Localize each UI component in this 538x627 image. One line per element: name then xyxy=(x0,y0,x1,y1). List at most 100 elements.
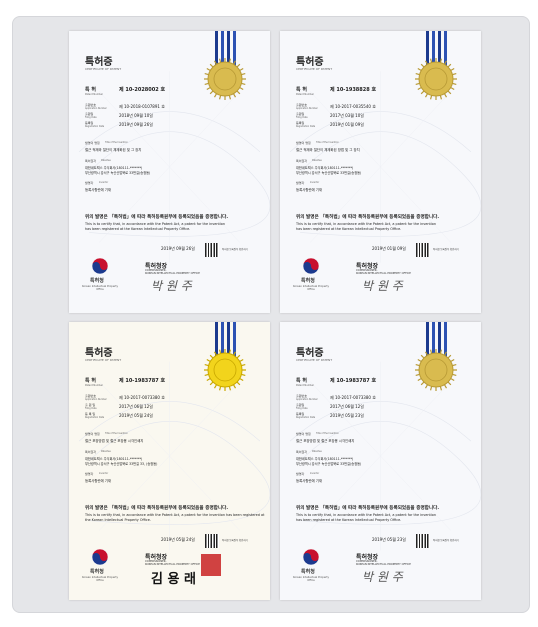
inventor: 등록사항란에 기재 xyxy=(296,479,323,483)
owner-label-en: Patentee xyxy=(101,159,111,162)
inventor-label: 발명자 xyxy=(296,181,305,185)
qr-caption: 특허청 등록원부 확인하기 xyxy=(222,539,248,542)
qr-code-icon[interactable] xyxy=(205,534,219,548)
certificate-title: 특허증 xyxy=(296,348,324,359)
kipo-taegeuk-logo-icon xyxy=(91,548,109,566)
commissioner-en-2: KOREAN INTELLECTUAL PROPERTY OFFICE xyxy=(356,272,411,275)
app-number: 제 10-2017-0073380 호 xyxy=(119,395,165,400)
kipo-taegeuk-logo-icon xyxy=(302,257,320,275)
qr-caption: 특허청 등록원부 확인하기 xyxy=(433,539,459,542)
owner-label-en: Patentee xyxy=(312,450,322,453)
commissioner-signature: 박 원 주 xyxy=(362,279,403,293)
issue-date: 2019년 01월 09일 xyxy=(372,246,406,251)
kipo-name: 특허청 xyxy=(301,278,315,284)
inventor-label: 발명자 xyxy=(85,181,94,185)
inventor-label-en: Inventor xyxy=(99,472,109,475)
filing-date-label-en: Filing Date xyxy=(296,116,308,119)
owner-label-en: Patentee xyxy=(101,450,111,453)
registration-date: 2019년 05월 23일 xyxy=(330,413,364,418)
certificate-subtitle: CERTIFICATE OF PATENT xyxy=(296,67,333,71)
certification-statement: 위의 발명은 「특허법」에 따라 특허등록원부에 등록되었음을 증명합니다. xyxy=(85,506,229,511)
inventor: 등록사항란에 기재 xyxy=(85,188,112,192)
gold-seal-icon xyxy=(415,58,457,100)
patent-label-en: Patent Number xyxy=(85,384,104,387)
certification-statement-en-2: has been registered at the Korean Intell… xyxy=(85,227,191,231)
inventor-label: 발명자 xyxy=(296,472,305,476)
issue-date: 2019년 09월 26일 xyxy=(161,246,195,251)
certification-statement-en-1: This is to certify that, in accordance w… xyxy=(296,222,436,226)
registration-date: 2019년 09월 26일 xyxy=(119,122,153,127)
qr-caption: 특허청 등록원부 확인하기 xyxy=(433,248,459,251)
filing-date: 2017년 06월 12일 xyxy=(119,404,153,409)
filing-date: 2017년 03월 10일 xyxy=(330,113,364,118)
certificate-title: 특허증 xyxy=(85,57,113,68)
filing-date-label-en: Filing Date xyxy=(85,116,97,119)
invention-label-en: Title of the Invention xyxy=(316,141,339,144)
patent-certificate[interactable]: 특허증 CERTIFICATE OF PATENT 특 허 Patent Num… xyxy=(69,322,270,600)
patent-number: 제 10-1983787 호 xyxy=(119,378,166,384)
owner-label-en: Patentee xyxy=(312,159,322,162)
gold-seal-icon xyxy=(204,349,246,391)
patent-number: 제 10-2028002 호 xyxy=(119,87,166,93)
certification-statement-en-1: This is to certify that, in accordance w… xyxy=(85,222,225,226)
inventor: 등록사항란에 기재 xyxy=(296,188,323,192)
qr-code-icon[interactable] xyxy=(205,243,219,257)
kipo-name: 특허청 xyxy=(90,569,104,575)
patent-certificate[interactable]: 특허증 CERTIFICATE OF PATENT 특 허 Patent Num… xyxy=(280,31,481,313)
kipo-taegeuk-logo-icon xyxy=(302,548,320,566)
patent-label-en: Patent Number xyxy=(296,384,315,387)
qr-code-icon[interactable] xyxy=(416,243,430,257)
patent-label: 특 허 xyxy=(85,87,96,93)
patent-certificate[interactable]: 특허증 CERTIFICATE OF PATENT 특 허 Patent Num… xyxy=(69,31,270,313)
kipo-name-en: Korean Intellectual Property Office xyxy=(81,285,119,291)
invention-label-en: Title of the Invention xyxy=(105,432,128,435)
owner-label: 특허권자 xyxy=(296,450,308,454)
filing-date-label-en: Filing Date xyxy=(296,407,308,410)
patent-certificate[interactable]: 특허증 CERTIFICATE OF PATENT 특 허 Patent Num… xyxy=(280,322,481,600)
inventor-label-en: Inventor xyxy=(99,181,109,184)
commissioner-en-2: KOREAN INTELLECTUAL PROPERTY OFFICE xyxy=(356,563,411,566)
commissioner-en-2: KOREAN INTELLECTUAL PROPERTY OFFICE xyxy=(145,272,200,275)
owner-label: 특허권자 xyxy=(296,159,308,163)
registration-date-label-en: Registration Date xyxy=(296,416,316,419)
owner-address: 부산광역시 강서구 녹산산업북로 33번길(송정동) xyxy=(296,462,362,466)
patent-label: 특 허 xyxy=(85,378,96,384)
commissioner-signature: 박 원 주 xyxy=(151,279,192,293)
gold-seal-icon xyxy=(415,349,457,391)
certificate-subtitle: CERTIFICATE OF PATENT xyxy=(296,358,333,362)
filing-date-label-en: Filing Date xyxy=(85,407,97,410)
commissioner-signature: 김 용 래 xyxy=(151,572,196,587)
certification-statement-en-2: has been registered at the Korean Intell… xyxy=(296,227,402,231)
qr-code-icon[interactable] xyxy=(416,534,430,548)
app-number: 제 10-2018-0107891 호 xyxy=(119,104,165,109)
certificate-title: 특허증 xyxy=(296,57,324,68)
invention-label: 발명의 명칭 xyxy=(296,141,311,145)
commissioner-en-2: KOREAN INTELLECTUAL PROPERTY OFFICE xyxy=(145,563,200,566)
patent-label: 특 허 xyxy=(296,378,307,384)
kipo-name-en: Korean Intellectual Property Office xyxy=(292,576,330,582)
issue-date: 2019년 05월 24일 xyxy=(161,537,195,542)
kipo-taegeuk-logo-icon xyxy=(91,257,109,275)
kipo-name: 특허청 xyxy=(301,569,315,575)
certification-statement: 위의 발명은 「특허법」에 따라 특허등록원부에 등록되었음을 증명합니다. xyxy=(296,506,440,511)
gold-seal-icon xyxy=(204,58,246,100)
filing-date: 2018년 09월 10일 xyxy=(119,113,153,118)
kipo-name: 특허청 xyxy=(90,278,104,284)
certification-statement-en-2: the Korean Intellectual Property Office. xyxy=(85,518,151,522)
app-number: 제 10-2017-0073380 호 xyxy=(330,395,376,400)
certification-statement: 위의 발명은 「특허법」에 따라 특허등록원부에 등록되었음을 증명합니다. xyxy=(85,215,229,220)
invention-title: 철근 포장방법 및 철근 포장용 시각인쇄지 xyxy=(296,439,355,443)
certification-statement-en-1: This is to certify that, in accordance w… xyxy=(85,513,265,517)
issue-date: 2019년 05월 23일 xyxy=(372,537,406,542)
registration-date: 2019년 01월 09일 xyxy=(330,122,364,127)
app-number-label-en: Application Number xyxy=(85,398,107,401)
certificate-subtitle: CERTIFICATE OF PATENT xyxy=(85,67,122,71)
invention-title: 철근 포장방법 및 철근 포장용 시각인쇄지 xyxy=(85,439,144,443)
filing-date: 2017년 06월 12일 xyxy=(330,404,364,409)
owner-address: 부산광역시 강서구 녹산산업북로 33번길 33, (송정동) xyxy=(85,462,158,466)
app-number-label-en: Application Number xyxy=(85,107,107,110)
invention-label: 발명의 명칭 xyxy=(85,141,100,145)
invention-label: 발명의 명칭 xyxy=(85,432,100,436)
certification-statement: 위의 발명은 「특허법」에 따라 특허등록원부에 등록되었음을 증명합니다. xyxy=(296,215,440,220)
commissioner-signature: 박 원 주 xyxy=(362,570,403,584)
